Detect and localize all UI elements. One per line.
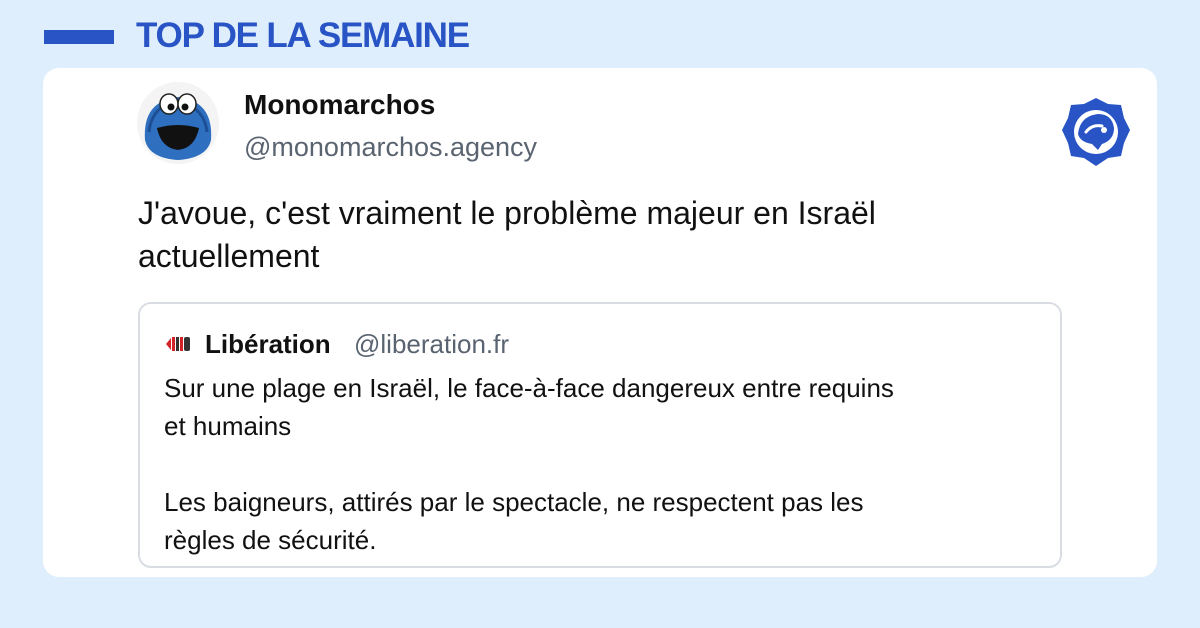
- quoted-author-handle[interactable]: @liberation.fr: [354, 327, 509, 361]
- bluesky-logo-icon: [1058, 94, 1134, 170]
- header-accent-bar: [44, 30, 114, 44]
- post-text: J'avoue, c'est vraiment le problème maje…: [138, 195, 876, 274]
- author-name[interactable]: Monomarchos: [244, 88, 435, 122]
- liberation-logo-icon: [164, 333, 192, 355]
- avatar[interactable]: [137, 82, 219, 164]
- author-handle[interactable]: @monomarchos.agency: [244, 130, 537, 164]
- quoted-author-name[interactable]: Libération: [205, 327, 331, 361]
- quoted-post-text: Sur une plage en Israël, le face-à-face …: [164, 373, 894, 555]
- cookie-monster-avatar-icon: [137, 82, 219, 164]
- section-title: TOP DE LA SEMAINE: [136, 16, 470, 55]
